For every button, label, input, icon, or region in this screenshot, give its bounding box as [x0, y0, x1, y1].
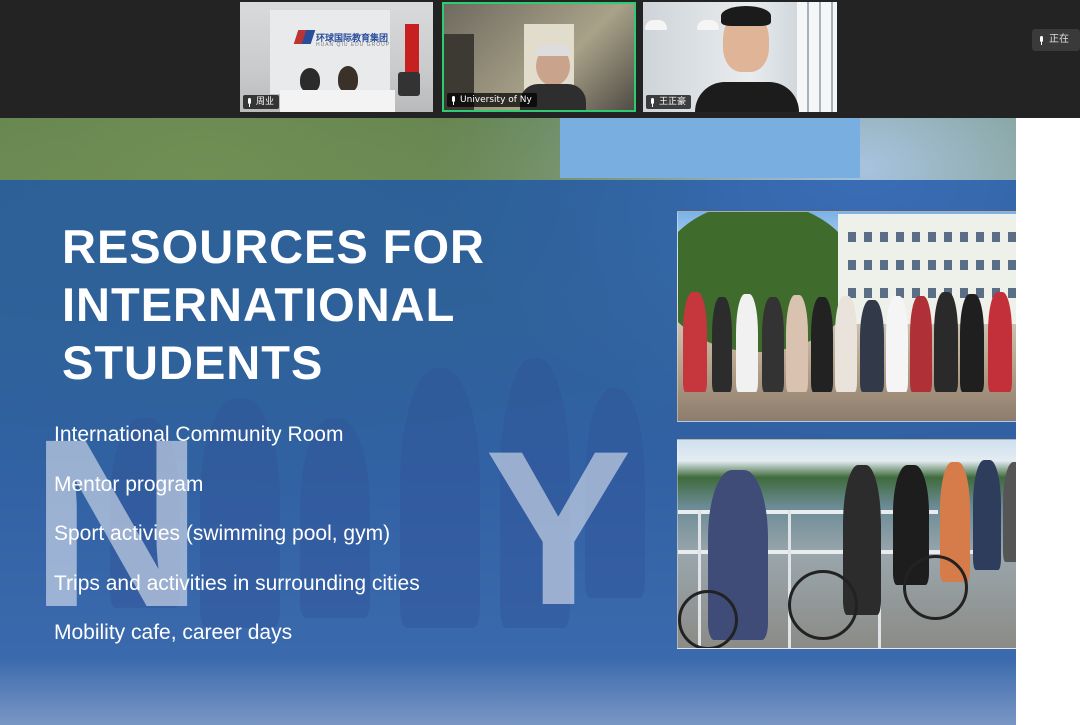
student [886, 296, 908, 392]
participant-tile-2-active-speaker[interactable]: University of Ny [442, 2, 636, 112]
student [811, 297, 833, 392]
speaking-indicator-label: 正在 [1049, 34, 1069, 45]
participant-tile-1[interactable]: 环球国际教育集团 HUAN QIU EDU GROUP 周业 [240, 2, 433, 112]
company-logo-subtext: HUAN QIU EDU GROUP [316, 42, 391, 48]
participant-tile-3[interactable]: 王正豪 [643, 2, 837, 112]
person-body [695, 82, 799, 112]
student [910, 296, 932, 392]
participant-name: 周业 [256, 97, 275, 107]
microphone-icon [1038, 35, 1045, 45]
lamp [697, 20, 719, 30]
microphone-icon [450, 95, 457, 105]
resource-list: International Community Room Mentor prog… [54, 423, 420, 671]
resource-item: Mobility cafe, career days [54, 621, 293, 644]
student [762, 297, 784, 392]
student [934, 292, 958, 392]
window [797, 2, 837, 112]
student [736, 294, 758, 392]
participant-name-tag: 周业 [243, 95, 280, 109]
bike-wheel [903, 555, 968, 620]
microphone-icon [246, 97, 253, 107]
student [960, 294, 984, 392]
slide-title-line: STUDENTS [62, 336, 324, 389]
sky [560, 118, 860, 178]
resource-item: Sport activies (swimming pool, gym) [54, 522, 391, 545]
company-logo-icon [296, 30, 314, 44]
background-letter-y: Y [485, 405, 632, 651]
office-wall [270, 10, 390, 94]
student [712, 297, 732, 392]
lamp [645, 20, 667, 30]
person-hair [536, 44, 570, 56]
group-photo [677, 211, 1057, 422]
bike-wheel [678, 590, 738, 648]
slide-title: RESOURCES FOR INTERNATIONAL STUDENTS [62, 218, 582, 392]
student [860, 300, 884, 392]
person-hair [721, 6, 771, 26]
participant-name: 王正豪 [659, 97, 687, 107]
participant-name-tag: University of Ny [447, 93, 537, 107]
bike-wheel [788, 570, 858, 640]
slide-margin [1016, 118, 1080, 725]
resource-item: Trips and activities in surrounding citi… [54, 571, 420, 595]
person [338, 66, 358, 92]
cyclist [973, 460, 1001, 570]
table [280, 90, 395, 112]
slide-title-line: INTERNATIONAL [62, 278, 456, 331]
bikes-photo [677, 439, 1054, 649]
participant-strip: 环球国际教育集团 HUAN QIU EDU GROUP 周业 Universit… [0, 0, 1080, 118]
railing-post [788, 510, 791, 648]
participant-name-tag: 王正豪 [646, 95, 692, 109]
student [988, 292, 1012, 392]
person [300, 68, 320, 92]
shared-slide: N Y RESOURCES FOR INTERNATIONAL STUDENTS… [0, 118, 1080, 725]
chair [398, 72, 420, 96]
slide-title-line: RESOURCES FOR [62, 220, 485, 273]
resource-item: Mentor program [54, 472, 204, 496]
microphone-icon [649, 97, 656, 107]
student [835, 296, 857, 392]
speaking-indicator[interactable]: 正在 [1032, 29, 1080, 51]
resource-item: International Community Room [54, 423, 344, 446]
participant-name: University of Ny [460, 95, 532, 105]
student [786, 295, 808, 392]
student [683, 292, 707, 392]
